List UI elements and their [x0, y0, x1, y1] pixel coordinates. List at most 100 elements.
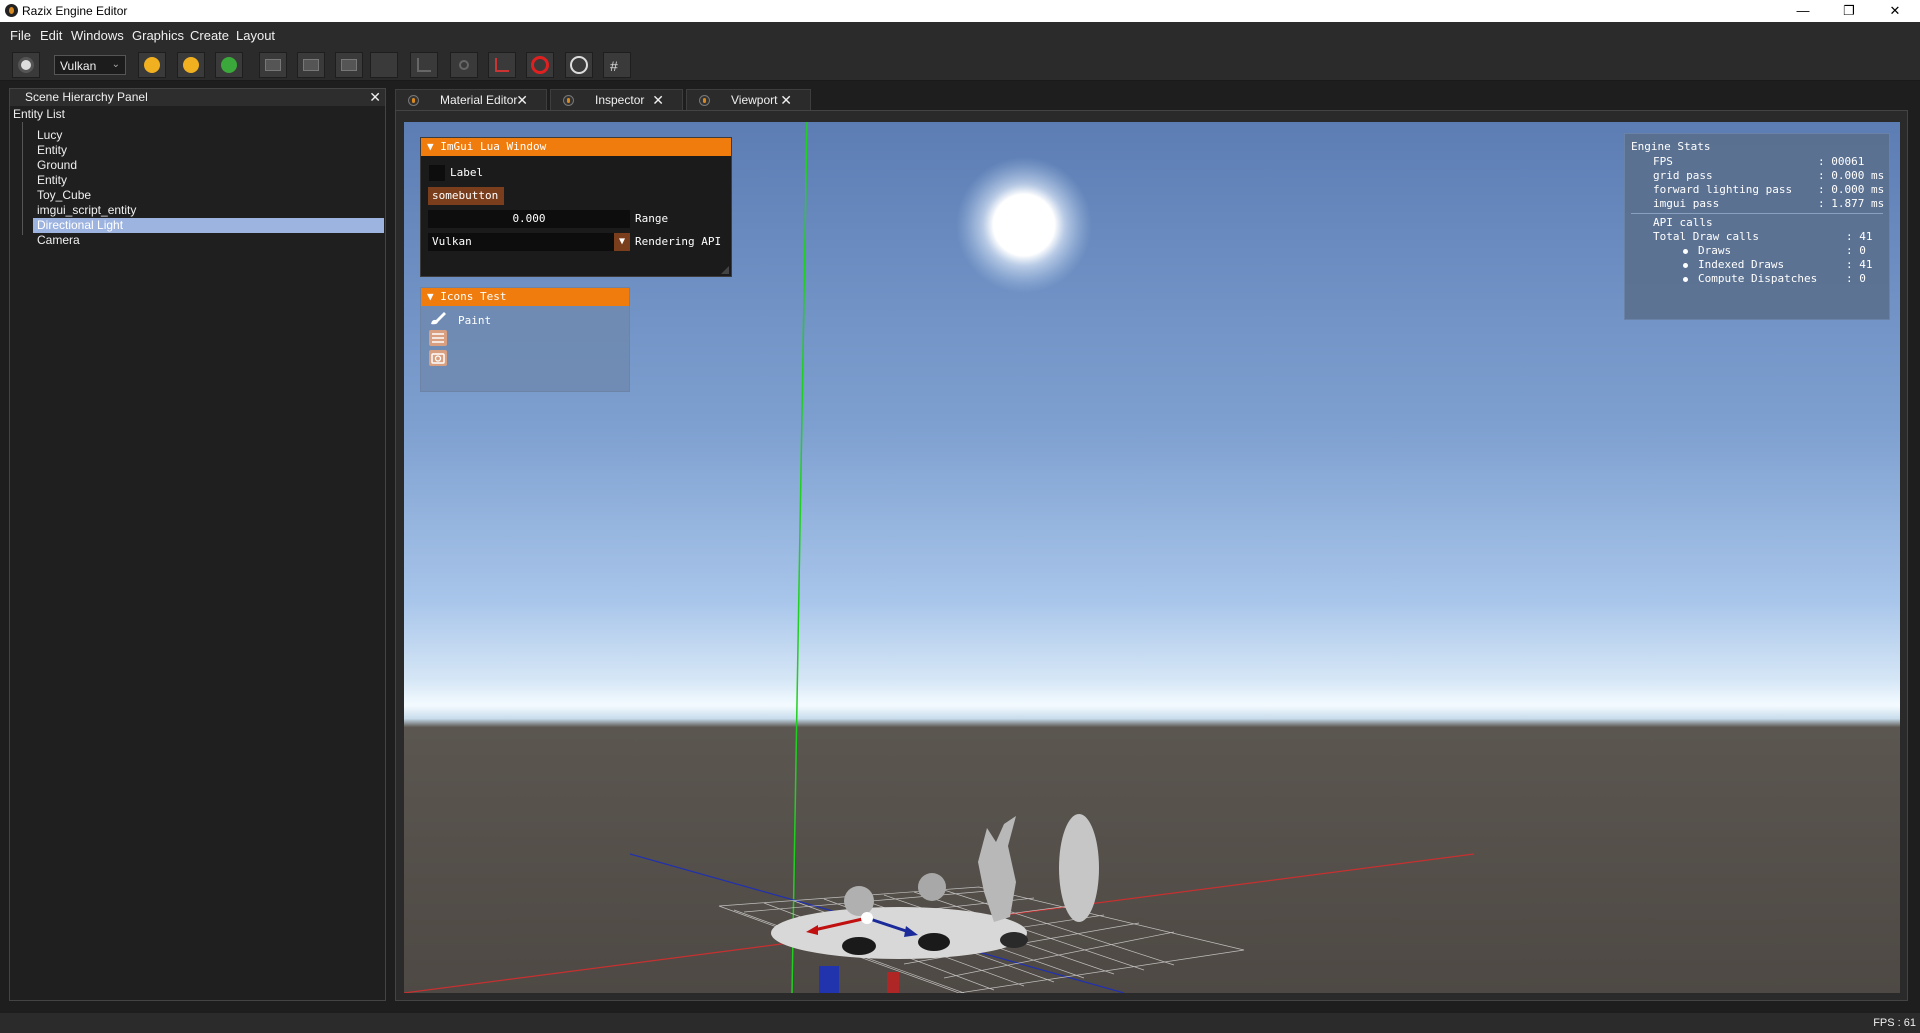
- gizmo-x-plane-handle[interactable]: [887, 972, 899, 993]
- no-entry-icon: [531, 56, 549, 74]
- stat-value: : 0.000 ms: [1818, 183, 1885, 196]
- menu-edit[interactable]: Edit: [40, 28, 62, 43]
- rendering-api-label: Rendering API: [635, 235, 722, 248]
- combo-arrow-icon[interactable]: ▼: [614, 233, 630, 251]
- entity-item-entity-2[interactable]: Entity: [33, 173, 384, 188]
- menu-windows[interactable]: Windows: [71, 28, 124, 43]
- resize-grip[interactable]: [721, 266, 729, 274]
- api-calls-heading: API calls: [1625, 216, 1891, 230]
- entity-item-camera[interactable]: Camera: [33, 233, 384, 248]
- tab-viewport[interactable]: Viewport ✕: [686, 89, 811, 111]
- gizmo-z-plane-handle[interactable]: [819, 966, 839, 993]
- bullet-icon: [1683, 263, 1688, 268]
- stat-key: grid pass: [1653, 169, 1713, 182]
- sphere-1: [844, 886, 874, 916]
- clapper-button-2[interactable]: [297, 52, 325, 78]
- rendering-api-combo[interactable]: Vulkan ▼: [428, 233, 630, 251]
- entity-item-toy-cube[interactable]: Toy_Cube: [33, 188, 384, 203]
- stat-value: : 41: [1846, 230, 1873, 243]
- entity-list-title: Entity List: [13, 107, 66, 121]
- bullet-icon: [1683, 249, 1688, 254]
- lucy-statue: [978, 816, 1016, 922]
- entity-item-lucy[interactable]: Lucy: [33, 128, 384, 143]
- stat-row: FPS : 00061: [1625, 155, 1891, 169]
- icons-test-window[interactable]: ▼ Icons Test Paint: [420, 287, 630, 392]
- no-entry-button[interactable]: [526, 52, 554, 78]
- stat-value: : 0: [1846, 244, 1866, 257]
- clapper-button-3[interactable]: [335, 52, 363, 78]
- close-tab-icon[interactable]: ✕: [516, 90, 528, 110]
- stat-key: Compute Dispatches: [1698, 272, 1818, 285]
- entity-item-imgui-script[interactable]: imgui_script_entity: [33, 203, 384, 218]
- add-entity-button[interactable]: [215, 52, 243, 78]
- stat-key: forward lighting pass: [1653, 183, 1793, 196]
- lua-window-header[interactable]: ▼ ImGui Lua Window: [421, 138, 731, 156]
- engine-stats-window: Engine Stats FPS : 00061 grid pass : 0.0…: [1624, 133, 1890, 320]
- stat-row-indexed-draws: Indexed Draws : 41: [1625, 258, 1891, 272]
- scene-icon-2: [183, 57, 199, 73]
- label-checkbox[interactable]: [429, 165, 445, 181]
- tab-label: Material Editor: [440, 93, 518, 107]
- lua-window-title: ImGui Lua Window: [440, 140, 547, 153]
- entity-item-ground[interactable]: Ground: [33, 158, 384, 173]
- stat-row: forward lighting pass : 0.000 ms: [1625, 183, 1891, 197]
- range-slider[interactable]: 0.000: [428, 210, 630, 228]
- icons-window-title: Icons Test: [440, 290, 507, 303]
- icons-window-header[interactable]: ▼ Icons Test: [421, 288, 629, 306]
- scene-button-2[interactable]: [177, 52, 205, 78]
- menu-bar: File Edit Windows Graphics Create Layout: [0, 22, 1920, 46]
- razix-logo-icon: [5, 4, 18, 17]
- paint-brush-icon: [431, 312, 446, 325]
- razix-tab-icon: [408, 95, 419, 106]
- scale-gizmo-button[interactable]: [488, 52, 516, 78]
- close-window-button[interactable]: ✕: [1872, 0, 1918, 22]
- close-tab-icon[interactable]: ✕: [780, 90, 792, 110]
- blank-button[interactable]: [370, 52, 398, 78]
- stat-row-total-draw-calls: Total Draw calls : 41: [1625, 230, 1891, 244]
- razix-tab-icon: [563, 95, 574, 106]
- y-axis-line: [791, 122, 808, 993]
- sphere-2: [918, 873, 946, 901]
- stat-row-compute-dispatches: Compute Dispatches : 0: [1625, 272, 1891, 286]
- combo-value: Vulkan: [432, 235, 472, 248]
- translate-gizmo-button[interactable]: [410, 52, 438, 78]
- api-calls-label: API calls: [1653, 216, 1713, 229]
- maximize-button[interactable]: ❐: [1826, 0, 1872, 22]
- rendering-api-select[interactable]: Vulkan ⌄: [54, 55, 126, 75]
- stat-value: : 41: [1846, 258, 1873, 271]
- menu-create[interactable]: Create: [190, 28, 229, 43]
- ground-disc: [771, 907, 1027, 959]
- range-label: Range: [635, 212, 669, 225]
- close-tab-icon[interactable]: ✕: [652, 90, 664, 110]
- scale-gizmo-icon: [495, 58, 509, 72]
- tab-material-editor[interactable]: Material Editor ✕: [395, 89, 547, 111]
- status-bar: FPS : 61: [0, 1013, 1920, 1033]
- clapper-button-1[interactable]: [259, 52, 287, 78]
- shadow-1: [842, 937, 876, 955]
- settings-icon: [18, 57, 34, 73]
- close-panel-icon[interactable]: ✕: [369, 89, 381, 106]
- clapper-icon-2: [303, 59, 319, 71]
- gizmo-center[interactable]: [861, 912, 873, 924]
- entity-item-directional-light[interactable]: Directional Light: [33, 218, 384, 233]
- scene-hierarchy-title: Scene Hierarchy Panel: [25, 90, 148, 104]
- grid-button[interactable]: #: [603, 52, 631, 78]
- scene-button-1[interactable]: [138, 52, 166, 78]
- razix-tab-icon: [699, 95, 710, 106]
- tab-inspector[interactable]: Inspector ✕: [550, 89, 683, 111]
- globe-button[interactable]: [565, 52, 593, 78]
- entity-item-entity-1[interactable]: Entity: [33, 143, 384, 158]
- menu-graphics[interactable]: Graphics: [132, 28, 184, 43]
- stat-key: Total Draw calls: [1653, 230, 1759, 243]
- somebutton-button[interactable]: somebutton: [428, 187, 504, 205]
- imgui-lua-window[interactable]: ▼ ImGui Lua Window Label somebutton 0.00…: [420, 137, 732, 277]
- minimize-button[interactable]: —: [1780, 0, 1826, 22]
- camera-icon: [429, 350, 447, 366]
- menu-file[interactable]: File: [10, 28, 31, 43]
- rotate-gizmo-button[interactable]: [450, 52, 478, 78]
- stat-value: : 00061: [1818, 155, 1865, 168]
- menu-layout[interactable]: Layout: [236, 28, 275, 43]
- settings-button[interactable]: [12, 52, 40, 78]
- sun: [956, 157, 1092, 293]
- globe-icon: [570, 56, 588, 74]
